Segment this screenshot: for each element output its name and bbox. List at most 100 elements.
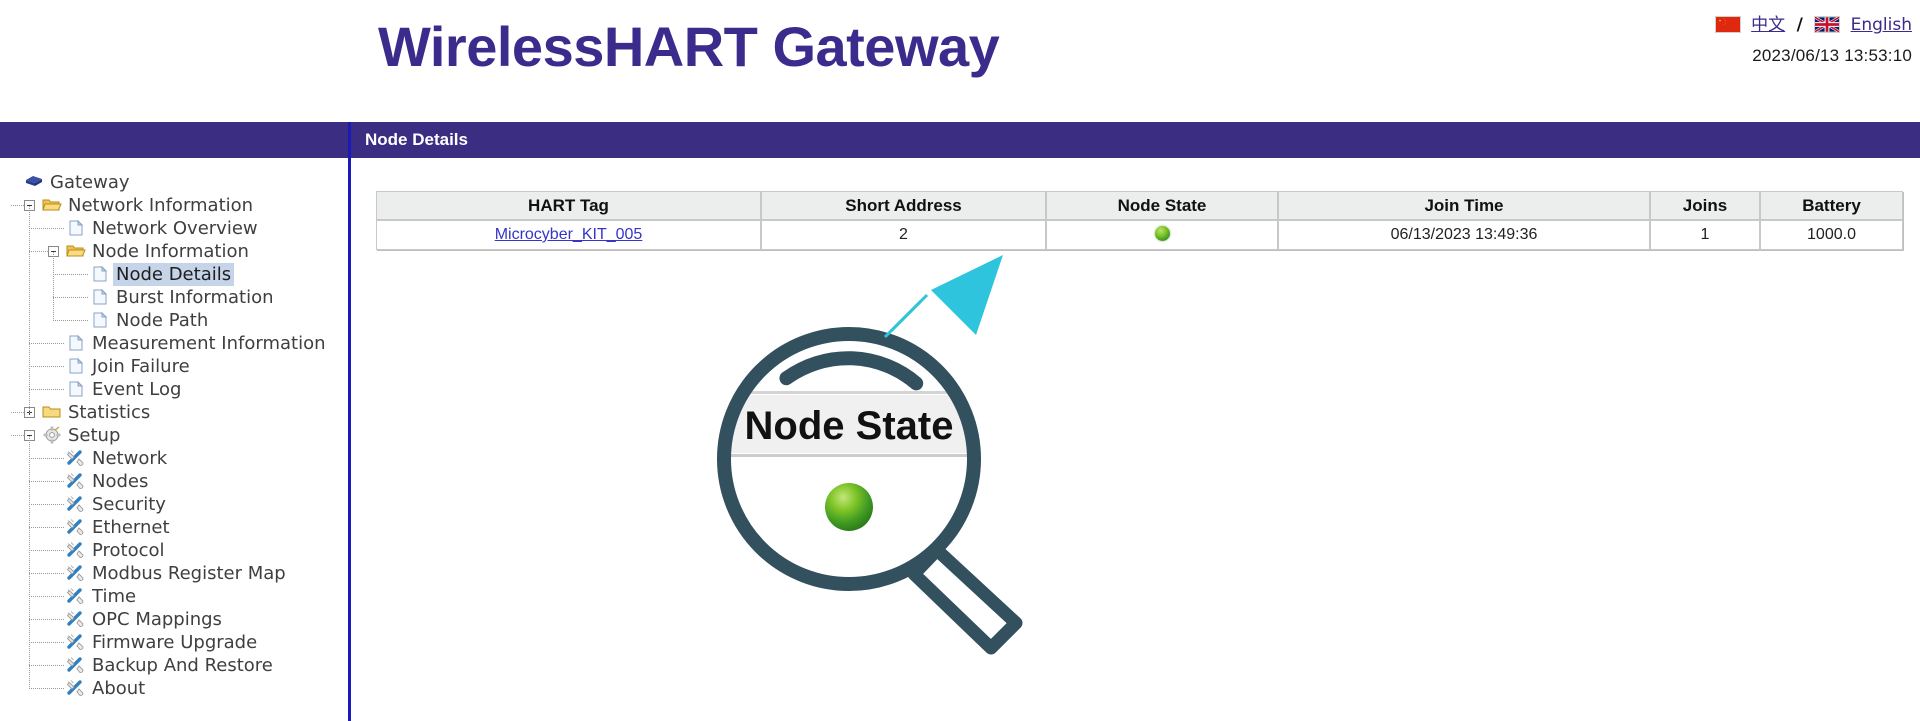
- folder-open-icon: [66, 242, 86, 260]
- node-details-table: HART Tag Short Address Node State Join T…: [376, 191, 1903, 250]
- cell-joins: 1: [1650, 220, 1760, 250]
- cell-join-time: 06/13/2023 13:49:36: [1278, 220, 1650, 250]
- wrench-icon: [66, 495, 86, 513]
- sidebar-item-label: Network: [92, 448, 168, 469]
- tree-guide-line: [29, 343, 64, 344]
- page-title: WirelessHART Gateway: [378, 15, 1000, 78]
- tree-guide-line: [29, 481, 64, 482]
- uk-flag-icon: [1814, 16, 1841, 33]
- section-title: Node Details: [365, 130, 468, 149]
- navigation-sidebar[interactable]: Gateway Network Information Network Overvi…: [0, 158, 348, 721]
- magnifier-handle: [907, 543, 1023, 655]
- tree-guide-line: [11, 435, 24, 436]
- sidebar-item-network-information[interactable]: Network Information: [0, 194, 348, 217]
- magnifier-illustration: Node State: [717, 255, 1023, 655]
- column-header-hart-tag[interactable]: HART Tag: [376, 191, 761, 220]
- magnifier-annotation: Node State: [631, 243, 1331, 663]
- sidebar-item-label: Measurement Information: [92, 333, 326, 354]
- page-icon: [66, 219, 86, 237]
- tree-guide-line: [29, 436, 30, 689]
- sidebar-item-label: Network Overview: [92, 218, 258, 239]
- magnified-content: Node State: [724, 388, 974, 531]
- sidebar-item-label: Gateway: [50, 172, 130, 193]
- tree-guide-line: [29, 688, 64, 689]
- tree-guide-line: [29, 389, 64, 390]
- system-timestamp: 2023/06/13 13:53:10: [1752, 46, 1912, 65]
- sidebar-item-label: About: [92, 678, 146, 699]
- wrench-icon: [66, 610, 86, 628]
- tree-guide-line: [53, 297, 88, 298]
- tree-guide-line: [29, 596, 64, 597]
- table-row: Microcyber_KIT_005 2 06/13/2023 13:49:36…: [376, 220, 1903, 250]
- page-icon: [66, 380, 86, 398]
- sidebar-item-label: Nodes: [92, 471, 149, 492]
- sidebar-item-label: Statistics: [68, 402, 151, 423]
- tree-guide-line: [29, 527, 64, 528]
- tree-guide-line: [29, 642, 64, 643]
- magnifier-lens-ring: [717, 327, 981, 591]
- sidebar-item-label: Backup And Restore: [92, 655, 273, 676]
- tree-guide-line: [29, 504, 64, 505]
- banner-divider: [348, 122, 351, 158]
- wrench-icon: [66, 518, 86, 536]
- gateway-icon: [24, 173, 44, 191]
- hart-tag-link[interactable]: Microcyber_KIT_005: [495, 226, 643, 243]
- table-header-row: HART Tag Short Address Node State Join T…: [376, 191, 1903, 220]
- node-state-led-icon: [1154, 226, 1170, 241]
- tree-guide-line: [11, 412, 24, 413]
- language-link-chinese[interactable]: 中文: [1751, 15, 1785, 35]
- sidebar-item-label: Firmware Upgrade: [92, 632, 258, 653]
- sidebar-item-label: Network Information: [68, 195, 254, 216]
- page-icon: [66, 357, 86, 375]
- sidebar-item-label: Node Path: [116, 310, 209, 331]
- wrench-icon: [66, 587, 86, 605]
- magnifier-glare: [779, 351, 924, 391]
- wrench-icon: [66, 633, 86, 651]
- tree-guide-line: [53, 320, 88, 321]
- sidebar-item-label: Time: [92, 586, 137, 607]
- wrench-icon: [66, 564, 86, 582]
- sidebar-item-label: Node Details: [113, 263, 235, 286]
- wrench-icon: [66, 472, 86, 490]
- sidebar-item-label: Security: [92, 494, 166, 515]
- column-header-join-time[interactable]: Join Time: [1278, 191, 1650, 220]
- sidebar-item-setup[interactable]: Setup: [0, 424, 348, 447]
- sidebar-item-gateway[interactable]: Gateway: [0, 171, 348, 194]
- tree-guide-line: [29, 550, 64, 551]
- pointer-arrow-icon: [883, 255, 1003, 339]
- sidebar-item-label: Setup: [68, 425, 121, 446]
- gear-icon: [42, 426, 62, 444]
- magnified-column-label: Node State: [745, 404, 954, 448]
- tree-guide-line: [29, 573, 64, 574]
- sidebar-item-label: Protocol: [92, 540, 165, 561]
- sidebar-item-label: Burst Information: [116, 287, 274, 308]
- column-header-node-state[interactable]: Node State: [1046, 191, 1278, 220]
- sidebar-item-label: Modbus Register Map: [92, 563, 286, 584]
- magnified-led-icon: [825, 483, 873, 531]
- tree-guide-line: [53, 274, 88, 275]
- column-header-joins[interactable]: Joins: [1650, 191, 1760, 220]
- sidebar-item-label: Ethernet: [92, 517, 170, 538]
- folder-open-icon: [42, 196, 62, 214]
- cell-hart-tag: Microcyber_KIT_005: [376, 220, 761, 250]
- tree-guide-line: [29, 206, 30, 413]
- column-header-short-address[interactable]: Short Address: [761, 191, 1046, 220]
- sidebar-item-label: Event Log: [92, 379, 182, 400]
- sidebar-item-label: Node Information: [92, 241, 249, 262]
- column-header-battery[interactable]: Battery: [1760, 191, 1903, 220]
- sidebar-item-statistics[interactable]: Statistics: [0, 401, 348, 424]
- page-body: Gateway Network Information Network Overvi…: [0, 158, 1920, 721]
- cell-short-address: 2: [761, 220, 1046, 250]
- tree-guide-line: [29, 228, 64, 229]
- cell-node-state: [1046, 220, 1278, 250]
- cell-battery: 1000.0: [1760, 220, 1903, 250]
- page-icon: [90, 311, 110, 329]
- main-content: HART Tag Short Address Node State Join T…: [351, 158, 1920, 721]
- language-link-english[interactable]: English: [1851, 15, 1912, 35]
- page-header: WirelessHART Gateway 中文 / English 2023/0…: [0, 0, 1920, 122]
- tree-guide-line: [11, 205, 24, 206]
- tree-guide-line: [29, 366, 64, 367]
- wrench-icon: [66, 541, 86, 559]
- page-icon: [90, 288, 110, 306]
- tree-guide-line: [29, 458, 64, 459]
